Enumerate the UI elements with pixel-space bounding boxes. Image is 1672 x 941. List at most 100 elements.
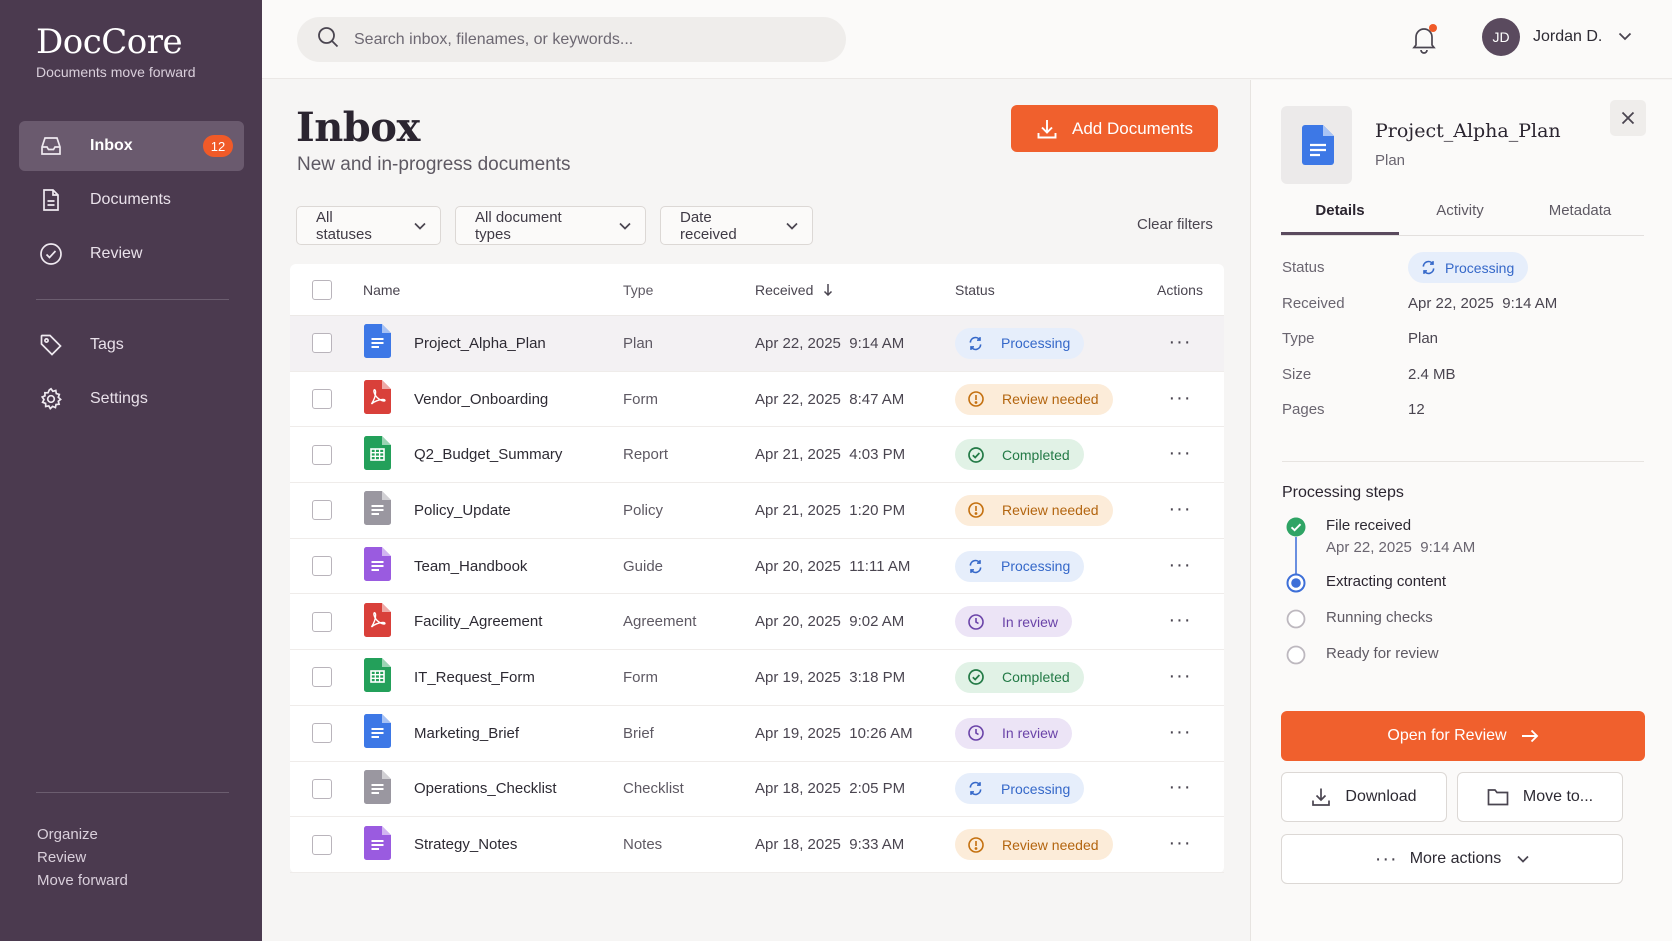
table-row[interactable]: Vendor_Onboarding Form Apr 22, 2025 8:47 A… [290,372,1224,428]
sidebar-item-inbox[interactable]: Inbox 12 [19,121,244,171]
status-badge: Processing [955,327,1085,359]
status-badge-label: Review needed [1002,391,1099,408]
pdf-file-icon [363,380,392,418]
row-checkbox[interactable] [312,778,332,799]
pdf-file-icon [363,602,392,641]
file-name[interactable]: Operations_Checklist [414,780,557,797]
clear-filters-link[interactable]: Clear filters [1137,216,1213,233]
document-thumbnail [1281,106,1352,184]
sidebar-item-documents[interactable]: Documents [19,175,244,225]
row-checkbox[interactable] [312,611,332,632]
table-row[interactable]: Strategy_Notes Notes Apr 18, 2025 9:33 AM R… [290,817,1224,873]
row-checkbox[interactable] [312,556,332,577]
panel-title: Project_Alpha_Plan [1375,120,1561,142]
file-name[interactable]: Vendor_Onboarding [414,391,548,408]
row-actions-button[interactable]: ··· [1169,387,1192,409]
arrow-right-icon [1521,729,1538,743]
tab-details[interactable]: Details [1281,198,1399,235]
folder-icon [1487,789,1509,806]
text-file-icon [363,769,392,808]
status-filter[interactable]: All statuses [296,206,441,245]
row-checkbox[interactable] [312,333,332,354]
row-actions-button[interactable]: ··· [1169,721,1192,743]
current-step-icon [1282,573,1310,609]
sidebar-item-review[interactable]: Review [19,229,244,279]
divider [1282,461,1644,462]
chevron-down-icon [786,217,798,234]
check-circle-icon [38,241,64,267]
open-for-review-button[interactable]: Open for Review [1281,711,1645,761]
nav-divider [36,299,229,300]
received-date: Apr 19, 2025 10:26 AM [755,724,913,742]
notifications-button[interactable] [1410,24,1440,54]
table-row[interactable]: Operations_Checklist Checklist Apr 18, 202… [290,762,1224,818]
file-name[interactable]: Policy_Update [414,502,511,519]
row-checkbox[interactable] [312,834,332,855]
column-header-name[interactable]: Name [363,282,400,298]
bell-icon [1410,28,1438,58]
table-row[interactable]: Marketing_Brief Brief Apr 19, 2025 10:26 A… [290,706,1224,762]
row-actions-button[interactable]: ··· [1169,832,1192,854]
download-button[interactable]: Download [1281,772,1447,822]
column-header-received[interactable]: Received [755,282,833,298]
search-bar[interactable] [297,17,846,62]
file-name[interactable]: Q2_Budget_Summary [414,446,562,463]
row-checkbox[interactable] [312,389,332,410]
tag-icon [38,332,64,358]
tab-activity[interactable]: Activity [1399,198,1521,235]
column-header-status[interactable]: Status [955,282,1140,298]
status-badge-label: Review needed [1002,836,1099,853]
row-checkbox[interactable] [312,723,332,744]
received-date: Apr 21, 2025 4:03 PM [755,446,906,464]
topbar: JD Jordan D. [262,0,1672,79]
received-date: Apr 19, 2025 3:18 PM [755,668,906,686]
step-timestamp: Apr 22, 2025 9:14 AM [1326,539,1476,556]
detail-value: Plan [1408,330,1439,348]
file-type: Form [623,668,658,686]
row-checkbox[interactable] [312,444,332,465]
table-row[interactable]: Q2_Budget_Summary Report Apr 21, 2025 4:03… [290,427,1224,484]
add-documents-button[interactable]: Add Documents [1011,105,1218,152]
row-actions-button[interactable]: ··· [1169,331,1192,353]
processing-steps: File received Apr 22, 2025 9:14 AM Extra… [1282,517,1475,681]
row-actions-button[interactable]: ··· [1169,665,1192,687]
row-checkbox[interactable] [312,500,332,521]
spreadsheet-file-icon [363,658,392,696]
more-actions-button[interactable]: ··· More actions [1281,834,1623,884]
row-actions-button[interactable]: ··· [1169,442,1192,464]
file-name[interactable]: Marketing_Brief [414,725,519,742]
table-row[interactable]: Facility_Agreement Agreement Apr 20, 2025 … [290,594,1224,651]
table-row[interactable]: Team_Handbook Guide Apr 20, 2025 11:11 AM P… [290,539,1224,595]
search-input[interactable] [354,30,824,49]
row-actions-button[interactable]: ··· [1169,609,1192,631]
close-panel-button[interactable] [1610,100,1646,136]
column-header-label: Received [755,281,814,298]
alert-circle-icon [968,391,993,407]
row-checkbox[interactable] [312,667,332,688]
row-actions-button[interactable]: ··· [1169,776,1192,798]
detail-row-status: Status Processing [1282,250,1644,286]
file-name[interactable]: Project_Alpha_Plan [414,335,546,352]
step-label: Ready for review [1326,645,1439,662]
date-received-filter[interactable]: Date received [660,206,813,245]
table-row[interactable]: Policy_Update Policy Apr 21, 2025 1:20 PM R… [290,483,1224,539]
file-name[interactable]: Strategy_Notes [414,836,517,853]
document-type-filter[interactable]: All document types [455,206,646,245]
sidebar-item-label: Settings [90,390,148,407]
file-name[interactable]: IT_Request_Form [414,669,535,686]
column-header-type[interactable]: Type [623,282,755,298]
table-row[interactable]: Project_Alpha_Plan Plan Apr 22, 2025 9:14 … [290,316,1224,372]
row-actions-button[interactable]: ··· [1169,554,1192,576]
table-row[interactable]: IT_Request_Form Form Apr 19, 2025 3:18 PM C… [290,650,1224,706]
tab-metadata[interactable]: Metadata [1521,198,1639,235]
sidebar-item-settings[interactable]: Settings [19,374,244,424]
row-actions-button[interactable]: ··· [1169,498,1192,520]
file-name[interactable]: Team_Handbook [414,558,527,575]
file-name[interactable]: Facility_Agreement [414,613,542,630]
sidebar-item-tags[interactable]: Tags [19,320,244,370]
select-all-checkbox[interactable] [312,279,332,300]
user-menu[interactable]: JD Jordan D. [1482,18,1632,56]
move-to-button[interactable]: Move to... [1457,772,1623,822]
file-type: Agreement [623,613,697,631]
detail-row-pages: Pages 12 [1282,392,1644,428]
